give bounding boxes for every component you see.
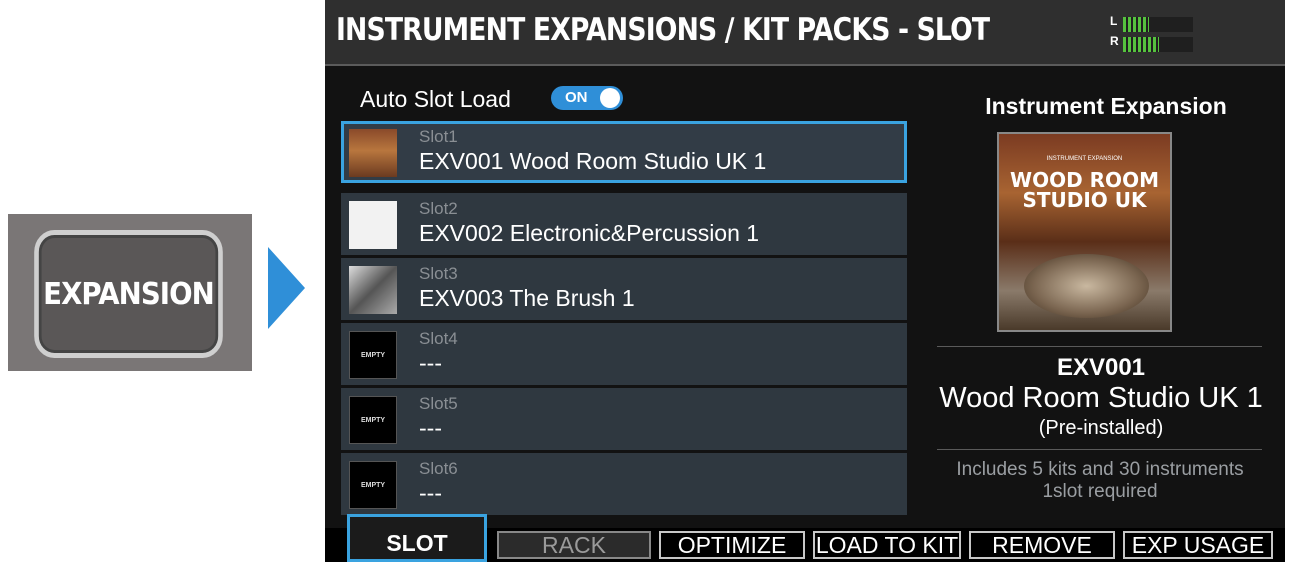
cover-title: WOOD ROOM STUDIO UK <box>1010 168 1159 212</box>
slot-row-5[interactable]: EMPTY Slot5 --- <box>341 388 907 450</box>
expansion-cover-image: INSTRUMENT EXPANSION WOOD ROOM STUDIO UK <box>997 132 1172 332</box>
detail-required: 1slot required <box>1042 481 1158 502</box>
empty-slot-icon: EMPTY <box>349 396 397 444</box>
meter-left-label: L <box>1110 14 1118 28</box>
cover-subtitle: INSTRUMENT EXPANSION <box>1046 156 1123 162</box>
slot-label: Slot5 <box>419 394 458 413</box>
toggle-state: ON <box>565 89 588 106</box>
expansion-thumbnail <box>349 266 397 314</box>
slot-expansion-name: --- <box>419 350 442 376</box>
slot-expansion-name: EXV002 Electronic&Percussion 1 <box>419 220 760 246</box>
toggle-knob <box>600 88 620 108</box>
tab-load-to-kit[interactable]: LOAD TO KIT <box>813 531 961 559</box>
divider <box>937 346 1262 347</box>
empty-slot-icon: EMPTY <box>349 331 397 379</box>
slot-row-3[interactable]: Slot3 EXV003 The Brush 1 <box>341 258 907 320</box>
slot-row-4[interactable]: EMPTY Slot4 --- <box>341 323 907 385</box>
slot-expansion-name: --- <box>419 415 442 441</box>
slot-row-2[interactable]: Slot2 EXV002 Electronic&Percussion 1 <box>341 193 907 255</box>
drum-kit-image <box>1024 254 1149 318</box>
expansion-thumbnail <box>349 129 397 177</box>
expansion-thumbnail <box>349 201 397 249</box>
slot-label: Slot4 <box>419 329 458 348</box>
tab-exp-usage[interactable]: EXP USAGE <box>1123 531 1273 559</box>
detail-code: EXV001 <box>1056 354 1146 381</box>
divider <box>937 449 1262 450</box>
tab-slot[interactable]: SLOT <box>347 514 487 562</box>
slot-label: Slot2 <box>419 199 458 218</box>
slot-expansion-name: --- <box>419 480 442 506</box>
empty-thumb-label: EMPTY <box>360 481 386 489</box>
empty-thumb-label: EMPTY <box>360 416 386 424</box>
title-bar: INSTRUMENT EXPANSIONS / KIT PACKS - SLOT… <box>325 0 1285 66</box>
device-screen: INSTRUMENT EXPANSIONS / KIT PACKS - SLOT… <box>325 0 1285 562</box>
detail-includes: Includes 5 kits and 30 instruments <box>956 459 1244 480</box>
tab-rack[interactable]: RACK <box>497 531 651 559</box>
slot-label: Slot1 <box>419 127 458 146</box>
empty-thumb-label: EMPTY <box>360 351 386 359</box>
meter-right-level <box>1123 37 1159 52</box>
slot-label: Slot3 <box>419 264 458 283</box>
tab-optimize[interactable]: OPTIMIZE <box>659 531 805 559</box>
detail-heading: Instrument Expansion <box>985 93 1227 119</box>
meter-right-label: R <box>1110 34 1119 48</box>
slot-expansion-name: EXV001 Wood Room Studio UK 1 <box>419 148 767 174</box>
detail-name: Wood Room Studio UK 1 <box>939 382 1263 414</box>
arrow-right-icon <box>268 247 305 329</box>
level-meter: L R <box>1110 14 1202 56</box>
slot-expansion-name: EXV003 The Brush 1 <box>419 285 635 311</box>
function-tab-bar: SLOT RACK OPTIMIZE LOAD TO KIT REMOVE EX… <box>325 514 1285 562</box>
empty-slot-icon: EMPTY <box>349 461 397 509</box>
page-title: INSTRUMENT EXPANSIONS / KIT PACKS - SLOT <box>336 12 990 48</box>
detail-status: (Pre-installed) <box>1038 417 1164 439</box>
auto-slot-load-toggle[interactable]: ON <box>551 86 623 110</box>
expansion-hardware-button[interactable]: EXPANSION <box>34 230 223 358</box>
slot-label: Slot6 <box>419 459 458 478</box>
meter-left-level <box>1123 17 1149 32</box>
slot-row-6[interactable]: EMPTY Slot6 --- <box>341 453 907 515</box>
slot-row-1[interactable]: Slot1 EXV001 Wood Room Studio UK 1 <box>341 121 907 183</box>
auto-slot-load-label: Auto Slot Load <box>360 86 511 112</box>
tab-remove[interactable]: REMOVE <box>969 531 1115 559</box>
